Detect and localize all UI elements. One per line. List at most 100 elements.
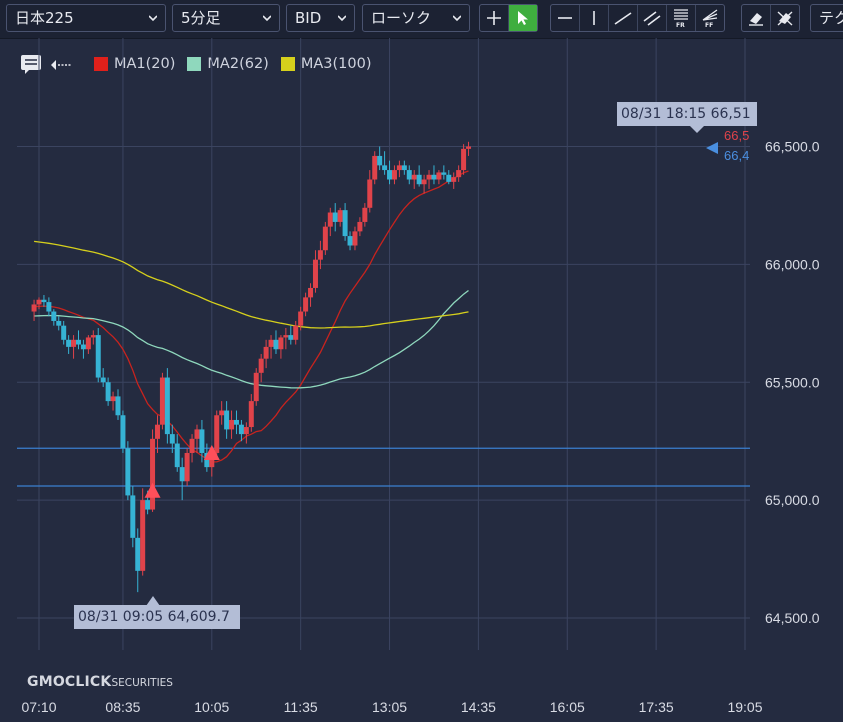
candle-body: [184, 452, 190, 482]
candle-body: [372, 155, 378, 180]
fibonacci-fan-button[interactable]: FF: [696, 5, 724, 31]
candle-body: [120, 415, 126, 449]
candle-body: [322, 226, 328, 251]
x-tick-label: 17:35: [639, 699, 674, 715]
candle-body: [357, 221, 363, 232]
candle-body: [61, 325, 67, 340]
candle-body: [130, 495, 136, 538]
chart-toolbar: 日本225 5分足 BID ローソク FR FF テク: [0, 0, 843, 39]
candle-body: [317, 250, 323, 260]
candle-body: [362, 207, 368, 222]
buy-marker-icon: [144, 482, 161, 498]
pointer-button[interactable]: [509, 5, 537, 31]
high-callout: 08/31 18:15 66,51: [617, 102, 757, 126]
candle-body: [273, 339, 279, 350]
y-tick-label: 64,500.0: [765, 610, 820, 626]
candle-body: [396, 165, 402, 171]
candle-body: [391, 170, 397, 180]
candle-body: [125, 448, 131, 496]
candle-body: [66, 339, 72, 347]
x-tick-label: 16:05: [550, 699, 585, 715]
y-tick-label: 65,000.0: [765, 492, 820, 508]
candle-body: [436, 172, 442, 180]
candle-body: [416, 174, 422, 185]
candle-body: [377, 155, 383, 166]
crosshair-button[interactable]: [480, 5, 509, 31]
chart-grid: [17, 38, 750, 650]
erase-tool-group: [741, 4, 800, 32]
candle-body: [461, 148, 467, 171]
y-tick-label: 65,500.0: [765, 374, 820, 390]
candle-body: [224, 410, 230, 430]
candle-body: [431, 174, 437, 180]
chevron-down-icon: [149, 15, 157, 22]
candle-body: [298, 311, 304, 326]
technical-menu-label: テク: [819, 9, 843, 27]
parallel-lines-button[interactable]: [638, 5, 667, 31]
x-tick-label: 14:35: [461, 699, 496, 715]
candle-body: [446, 174, 452, 182]
candle-body: [283, 335, 289, 338]
candle-body: [95, 335, 101, 378]
candle-body: [411, 174, 417, 180]
low-callout: 08/31 09:05 64,609.7: [74, 605, 240, 629]
chart-style-select[interactable]: ローソク: [362, 4, 470, 32]
candle-body: [263, 346, 269, 359]
candle-body: [243, 427, 249, 435]
x-tick-label: 11:35: [284, 699, 318, 715]
technical-menu-button[interactable]: テク: [810, 4, 843, 32]
candle-body: [401, 165, 407, 171]
broker-logo: GMOCLICKSECURITIES: [27, 671, 173, 690]
eraser-icon: [749, 13, 763, 26]
y-tick-label: 66,500.0: [765, 139, 820, 155]
candle-body: [342, 210, 348, 237]
x-tick-label: 10:05: [194, 699, 229, 715]
candle-body: [46, 302, 52, 312]
eraser-button[interactable]: [742, 5, 771, 31]
chevron-down-icon: [263, 15, 271, 22]
candle-body: [466, 146, 472, 149]
timeframe-select[interactable]: 5分足: [172, 4, 280, 32]
y-axis: 66,500.0 66,000.0 65,500.0 65,000.0 64,500.0: [765, 139, 820, 627]
candle-body: [253, 372, 259, 402]
candle-body: [293, 325, 299, 340]
candle-body: [36, 299, 42, 305]
candle-body: [145, 500, 151, 510]
candle-body: [238, 424, 244, 435]
fibonacci-retracement-button[interactable]: FR: [667, 5, 696, 31]
symbol-select[interactable]: 日本225: [6, 4, 166, 32]
candle-body: [332, 212, 338, 222]
svg-text:FF: FF: [705, 22, 713, 28]
candle-body: [56, 320, 62, 326]
candle-body: [140, 500, 146, 571]
candle-body: [80, 344, 86, 350]
high-callout-pointer: [690, 126, 704, 133]
horizontal-line-button[interactable]: [551, 5, 580, 31]
candle-body: [456, 170, 462, 178]
candle-body: [288, 335, 294, 340]
logo-brand: GMOCLICK: [27, 674, 112, 690]
price-type-select[interactable]: BID: [286, 4, 355, 32]
candle-body: [308, 287, 314, 298]
erase-all-button[interactable]: [771, 5, 799, 31]
parallel-lines-icon: [643, 11, 661, 26]
candle-body: [258, 358, 264, 373]
fibonacci-retracement-icon: FR: [674, 9, 688, 28]
candle-body: [164, 377, 170, 435]
chevron-down-icon: [453, 15, 461, 22]
trend-line-icon: [614, 12, 632, 25]
trend-line-button[interactable]: [609, 5, 638, 31]
candle-body: [278, 337, 284, 350]
candle-body: [421, 179, 427, 185]
candle-body: [352, 231, 358, 246]
candle-body: [110, 396, 116, 402]
candle-body: [268, 339, 274, 347]
x-axis: 07:10 08:35 10:05 11:35 13:05 14:35 16:05 17:35…: [21, 699, 762, 715]
candle-body: [312, 259, 318, 288]
vertical-line-icon: [593, 11, 595, 25]
candle-body: [85, 337, 91, 350]
vertical-line-button[interactable]: [580, 5, 609, 31]
logo-suffix: SECURITIES: [111, 677, 173, 689]
candle-body: [179, 467, 185, 482]
candlesticks: [31, 141, 472, 593]
